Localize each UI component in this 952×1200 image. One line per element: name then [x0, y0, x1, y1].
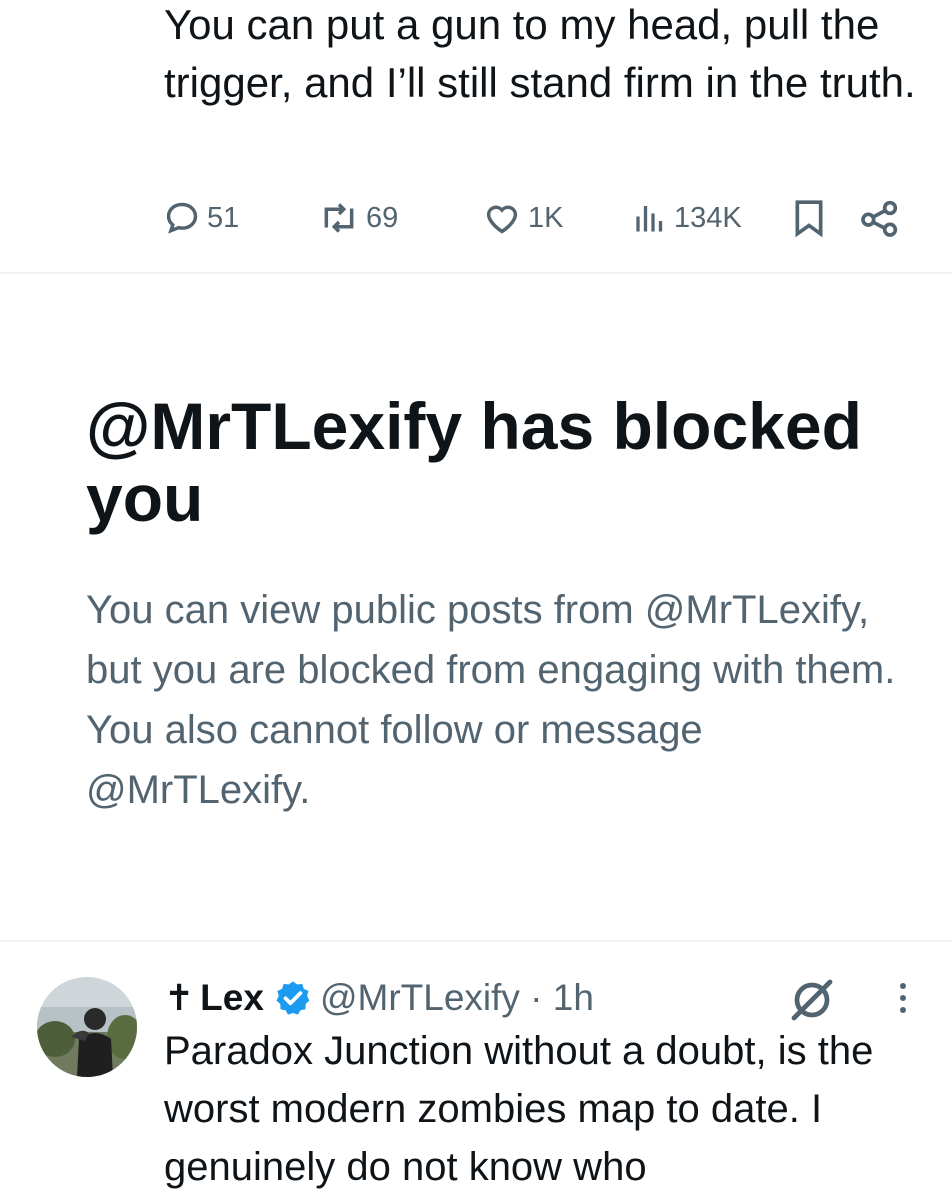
more-icon[interactable]: [888, 980, 918, 1020]
repost-button[interactable]: 69: [318, 190, 398, 246]
like-count: 1K: [528, 201, 564, 234]
views-count: 134K: [674, 201, 742, 234]
repost-count: 69: [366, 201, 399, 234]
views-button[interactable]: 134K: [632, 190, 742, 246]
tweet-text: You can put a gun to my head, pull the t…: [164, 1, 916, 106]
verified-badge-icon: [276, 981, 310, 1015]
bookmark-button[interactable]: [792, 190, 826, 246]
views-icon: [636, 206, 663, 232]
divider: [0, 272, 952, 274]
like-button[interactable]: 1K: [482, 190, 563, 246]
tweet-actions: 51 69 1K 134K: [0, 190, 952, 246]
blocked-description: You can view public posts from @MrTLexif…: [86, 588, 896, 812]
reply-text: Paradox Junction without a doubt, is the…: [164, 1029, 874, 1189]
share-button[interactable]: [858, 190, 902, 246]
reply-icon: [166, 202, 198, 234]
grok-icon[interactable]: [788, 976, 836, 1024]
reply-header: ✝ Lex @MrTLexify · 1h: [164, 970, 594, 1026]
avatar-photo: [37, 977, 137, 1077]
author-name[interactable]: Lex: [200, 977, 264, 1019]
avatar[interactable]: [37, 977, 137, 1077]
bookmark-icon: [795, 200, 823, 238]
like-icon: [486, 205, 518, 234]
repost-icon: [324, 203, 354, 233]
share-icon: [861, 200, 898, 237]
reply-count: 51: [207, 201, 240, 234]
blocked-title: @MrTLexify has blocked you: [86, 389, 862, 535]
author-handle-time[interactable]: @MrTLexify · 1h: [320, 977, 594, 1019]
cross-icon: ✝: [164, 977, 195, 1018]
reply-button[interactable]: 51: [163, 190, 239, 246]
divider: [0, 940, 952, 942]
